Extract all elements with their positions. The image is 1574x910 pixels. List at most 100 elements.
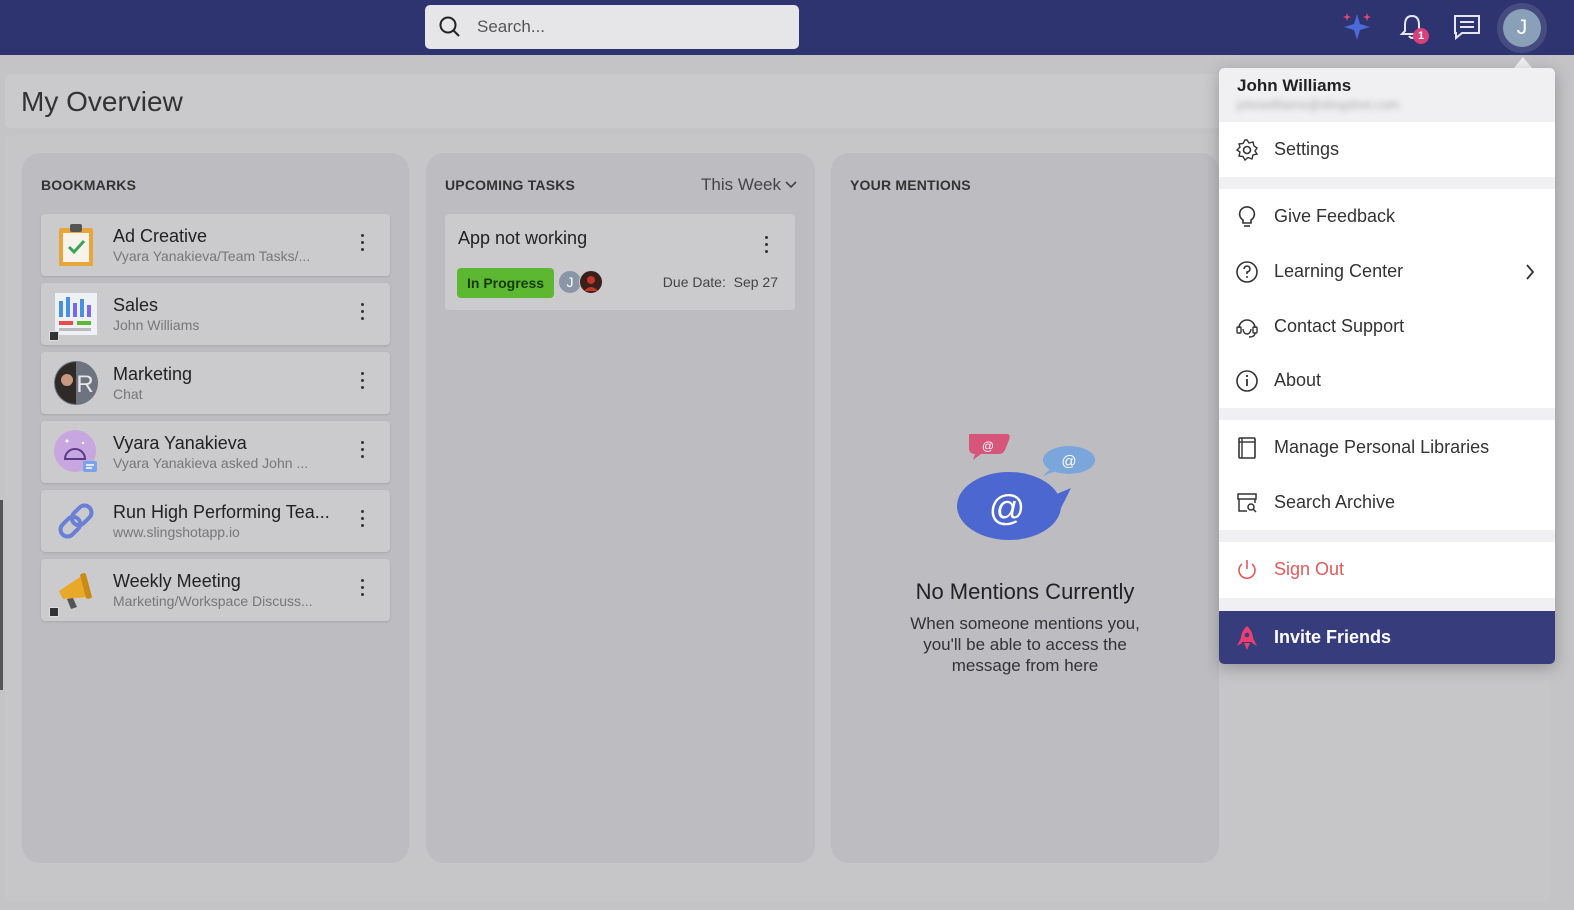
- user-email: johnwilliams@slingshot.com: [1237, 97, 1400, 112]
- bookmark-item[interactable]: Weekly Meeting Marketing/Workspace Discu…: [41, 559, 390, 621]
- more-options-icon[interactable]: [764, 236, 770, 256]
- user-info: John Williams johnwilliams@slingshot.com: [1219, 68, 1555, 122]
- bookmark-title: Weekly Meeting: [113, 571, 241, 591]
- gear-icon: [1235, 138, 1259, 161]
- menu-item-sign-out[interactable]: Sign Out: [1219, 542, 1555, 597]
- clipboard-icon: [59, 224, 93, 266]
- menu-item-label: Contact Support: [1274, 316, 1405, 336]
- svg-text:@: @: [989, 487, 1026, 528]
- archive-search-icon: [1237, 492, 1257, 513]
- empty-state-text: When someone mentions you, you'll be abl…: [910, 614, 1140, 675]
- tasks-title: UPCOMING TASKS: [445, 177, 576, 193]
- menu-section-signout: Sign Out: [1219, 542, 1555, 598]
- more-options-icon[interactable]: [360, 579, 366, 599]
- bookmark-subtitle: Vyara Yanakieva/Team Tasks/...: [113, 248, 311, 264]
- chat-avatar-icon: R: [54, 361, 98, 405]
- top-bar: Search... 1 J: [0, 0, 1574, 55]
- menu-section-help: Give Feedback Learning Center Contact Su…: [1219, 189, 1555, 408]
- bookmarks-title: BOOKMARKS: [41, 177, 137, 193]
- bookmark-item[interactable]: Run High Performing Tea... www.slingshot…: [41, 490, 390, 552]
- empty-state-title: No Mentions Currently: [915, 579, 1135, 604]
- bookmark-subtitle: Vyara Yanakieva asked John ...: [113, 455, 309, 471]
- bookmark-subtitle: John Williams: [113, 317, 200, 333]
- menu-item-label: Learning Center: [1274, 261, 1404, 281]
- tasks-filter-dropdown[interactable]: This Week: [701, 175, 797, 195]
- assignee-photo-avatar: [579, 270, 603, 294]
- menu-section-libraries: Manage Personal Libraries Search Archive: [1219, 420, 1555, 530]
- power-icon: [1238, 559, 1256, 579]
- menu-item-about[interactable]: About: [1219, 353, 1555, 408]
- invite-friends-button[interactable]: Invite Friends: [1219, 611, 1555, 664]
- info-icon: [1236, 369, 1258, 392]
- discussion-icon: [54, 430, 97, 472]
- menu-item-settings[interactable]: Settings: [1219, 122, 1555, 177]
- search-input[interactable]: Search...: [425, 5, 799, 49]
- tasks-filter-label: This Week: [701, 175, 781, 194]
- bookmark-title: Vyara Yanakieva: [113, 433, 247, 453]
- bookmark-title: Run High Performing Tea...: [113, 502, 330, 522]
- link-icon: [58, 503, 94, 539]
- task-title: App not working: [458, 228, 588, 248]
- chevron-down-icon: [785, 181, 797, 189]
- help-circle-icon: [1236, 260, 1258, 283]
- more-options-icon[interactable]: [360, 303, 366, 323]
- mentions-column: YOUR MENTIONS @ @ @ No Mentions Currentl…: [831, 153, 1219, 863]
- megaphone-icon: [59, 573, 92, 609]
- more-options-icon[interactable]: [360, 510, 366, 530]
- bookmark-item[interactable]: Sales John Williams: [41, 283, 390, 345]
- menu-item-learning-center[interactable]: Learning Center: [1219, 244, 1555, 299]
- search-placeholder: Search...: [477, 17, 546, 36]
- menu-item-label: Sign Out: [1274, 559, 1345, 579]
- lightbulb-icon: [1238, 205, 1256, 227]
- more-options-icon[interactable]: [360, 441, 366, 461]
- bookmark-subtitle: www.slingshotapp.io: [113, 524, 240, 540]
- messages-icon[interactable]: [1450, 10, 1484, 44]
- menu-item-contact-support[interactable]: Contact Support: [1219, 299, 1555, 354]
- bookmark-title: Sales: [113, 295, 159, 315]
- due-date-label: Due Date:: [662, 274, 726, 290]
- bookmark-subtitle: Chat: [113, 386, 143, 402]
- menu-item-manage-libraries[interactable]: Manage Personal Libraries: [1219, 420, 1555, 475]
- menu-item-search-archive[interactable]: Search Archive: [1219, 475, 1555, 530]
- due-date-value: Sep 27: [733, 274, 778, 290]
- more-options-icon[interactable]: [360, 234, 366, 254]
- support-agent-icon: [1236, 318, 1258, 338]
- more-options-icon[interactable]: [360, 372, 366, 392]
- bookmark-title: Ad Creative: [113, 226, 208, 246]
- avatar: J: [1503, 9, 1541, 47]
- chevron-right-icon: [1526, 263, 1535, 280]
- task-card[interactable]: App not working In Progress J Due Date: …: [445, 214, 795, 310]
- svg-text:R: R: [76, 371, 93, 398]
- bookmark-item[interactable]: Ad Creative Vyara Yanakieva/Team Tasks/.…: [41, 214, 390, 276]
- menu-item-label: About: [1274, 370, 1322, 390]
- svg-text:@: @: [982, 439, 994, 453]
- due-date: Due Date: Sep 27: [663, 274, 778, 290]
- user-menu-dropdown: John Williams johnwilliams@slingshot.com…: [1219, 68, 1555, 664]
- status-badge: In Progress: [457, 268, 555, 298]
- menu-item-label: Search Archive: [1274, 492, 1396, 512]
- workspace-badge-icon: [49, 331, 59, 341]
- notification-count-badge: 1: [1413, 28, 1429, 44]
- library-book-icon: [1238, 436, 1256, 459]
- window-edge: [0, 500, 3, 690]
- dashboard-icon: [55, 293, 97, 335]
- menu-section-settings: Settings: [1219, 122, 1555, 177]
- svg-text:@: @: [1061, 453, 1076, 470]
- notifications-icon[interactable]: 1: [1395, 10, 1429, 44]
- menu-item-label: Settings: [1274, 139, 1340, 159]
- search-icon: [439, 16, 460, 37]
- rocket-icon: [1237, 626, 1257, 650]
- workspace-badge-icon: [49, 607, 59, 617]
- menu-item-give-feedback[interactable]: Give Feedback: [1219, 189, 1555, 244]
- menu-item-label: Give Feedback: [1274, 206, 1396, 226]
- bookmarks-column: BOOKMARKS Ad Creative Vyara Yanakieva/Te…: [22, 153, 409, 863]
- bookmark-subtitle: Marketing/Workspace Discuss...: [113, 593, 313, 609]
- bookmark-item[interactable]: Vyara Yanakieva Vyara Yanakieva asked Jo…: [41, 421, 390, 483]
- mentions-illustration-icon: @ @ @: [957, 434, 1095, 540]
- bookmark-item[interactable]: R Marketing Chat: [41, 352, 390, 414]
- ai-sparkle-icon[interactable]: [1340, 10, 1374, 44]
- user-avatar-button[interactable]: J: [1497, 3, 1547, 53]
- bookmark-title: Marketing: [113, 364, 193, 384]
- mentions-title: YOUR MENTIONS: [850, 177, 971, 193]
- user-name: John Williams: [1237, 76, 1352, 95]
